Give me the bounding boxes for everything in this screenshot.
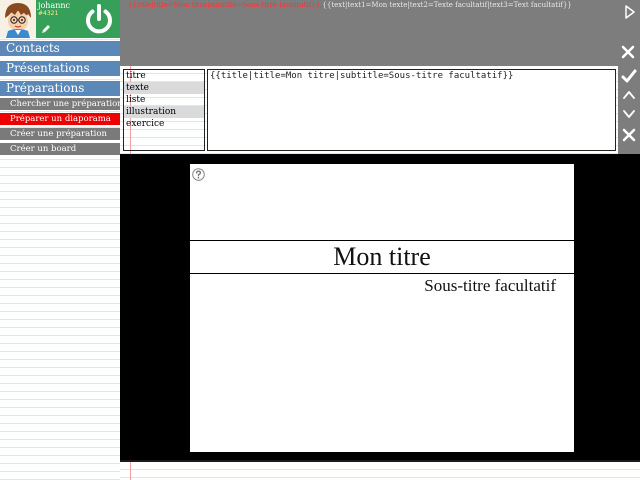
chevron-up-icon — [623, 91, 635, 99]
sub-item-create-preparation[interactable]: Créer une préparation — [0, 128, 120, 140]
margin-line — [130, 462, 131, 480]
nav-contacts[interactable]: Contacts — [0, 41, 120, 56]
username: johannc — [38, 1, 71, 10]
template-list: titre texte liste illustration exercice — [123, 69, 205, 151]
template-item-illustration[interactable]: illustration — [124, 106, 204, 118]
move-down-button[interactable] — [621, 106, 637, 122]
nav-preparations[interactable]: Préparations — [0, 81, 120, 96]
play-icon[interactable] — [624, 4, 636, 20]
pen-icon[interactable] — [40, 20, 52, 33]
template-item-list[interactable]: liste — [124, 94, 204, 106]
slide-preview-area: Mon titre Sous-titre facultatif — [120, 154, 640, 460]
chevron-down-icon — [623, 110, 635, 118]
sub-item-create-board[interactable]: Créer un board — [0, 143, 120, 155]
power-button[interactable] — [82, 2, 116, 36]
avatar[interactable] — [0, 0, 36, 38]
power-icon — [86, 4, 112, 34]
user-score: #4321 — [38, 10, 59, 17]
sub-item-prepare-slideshow[interactable]: Préparer un diaporama — [0, 113, 120, 125]
code-editor[interactable]: {{title|title=Mon titre|subtitle=Sous-ti… — [207, 69, 616, 151]
check-icon — [621, 69, 637, 83]
user-box: johannc #4321 — [0, 0, 120, 38]
tool-column — [618, 66, 640, 154]
top-toolbar: {{title|title=Mon titre|subtitle=Sous-ti… — [120, 0, 640, 66]
sidebar: johannc #4321 Contacts Présentations Pré… — [0, 0, 120, 480]
close-icon — [622, 128, 636, 142]
move-up-button[interactable] — [621, 87, 637, 103]
close-icon[interactable] — [620, 44, 636, 60]
sub-item-search-preparation[interactable]: Chercher une préparation — [0, 98, 120, 110]
slideshow-source-line[interactable]: {{title|title=Mon titre|subtitle=Sous-ti… — [128, 1, 572, 10]
delete-button[interactable] — [621, 127, 637, 143]
slide-title: Mon titre — [333, 242, 431, 271]
slide-title-band: Mon titre — [190, 240, 574, 274]
help-icon[interactable] — [192, 166, 205, 181]
validate-button[interactable] — [621, 68, 637, 84]
slide-preview[interactable]: Mon titre Sous-titre facultatif — [190, 164, 574, 452]
template-item-text[interactable]: texte — [124, 82, 204, 94]
slide-subtitle: Sous-titre facultatif — [424, 276, 556, 295]
bottom-strip — [120, 460, 640, 480]
nav-presentations[interactable]: Présentations — [0, 61, 120, 76]
source-segment-text: {{text|text1=Mon texte|text2=Texte facul… — [322, 1, 572, 9]
template-item-exercise[interactable]: exercice — [124, 118, 204, 130]
editor-panel: titre texte liste illustration exercice … — [120, 66, 618, 154]
template-item-title[interactable]: titre — [124, 70, 204, 82]
source-segment-title: {{title|title=Mon titre|subtitle=Sous-ti… — [128, 1, 323, 9]
